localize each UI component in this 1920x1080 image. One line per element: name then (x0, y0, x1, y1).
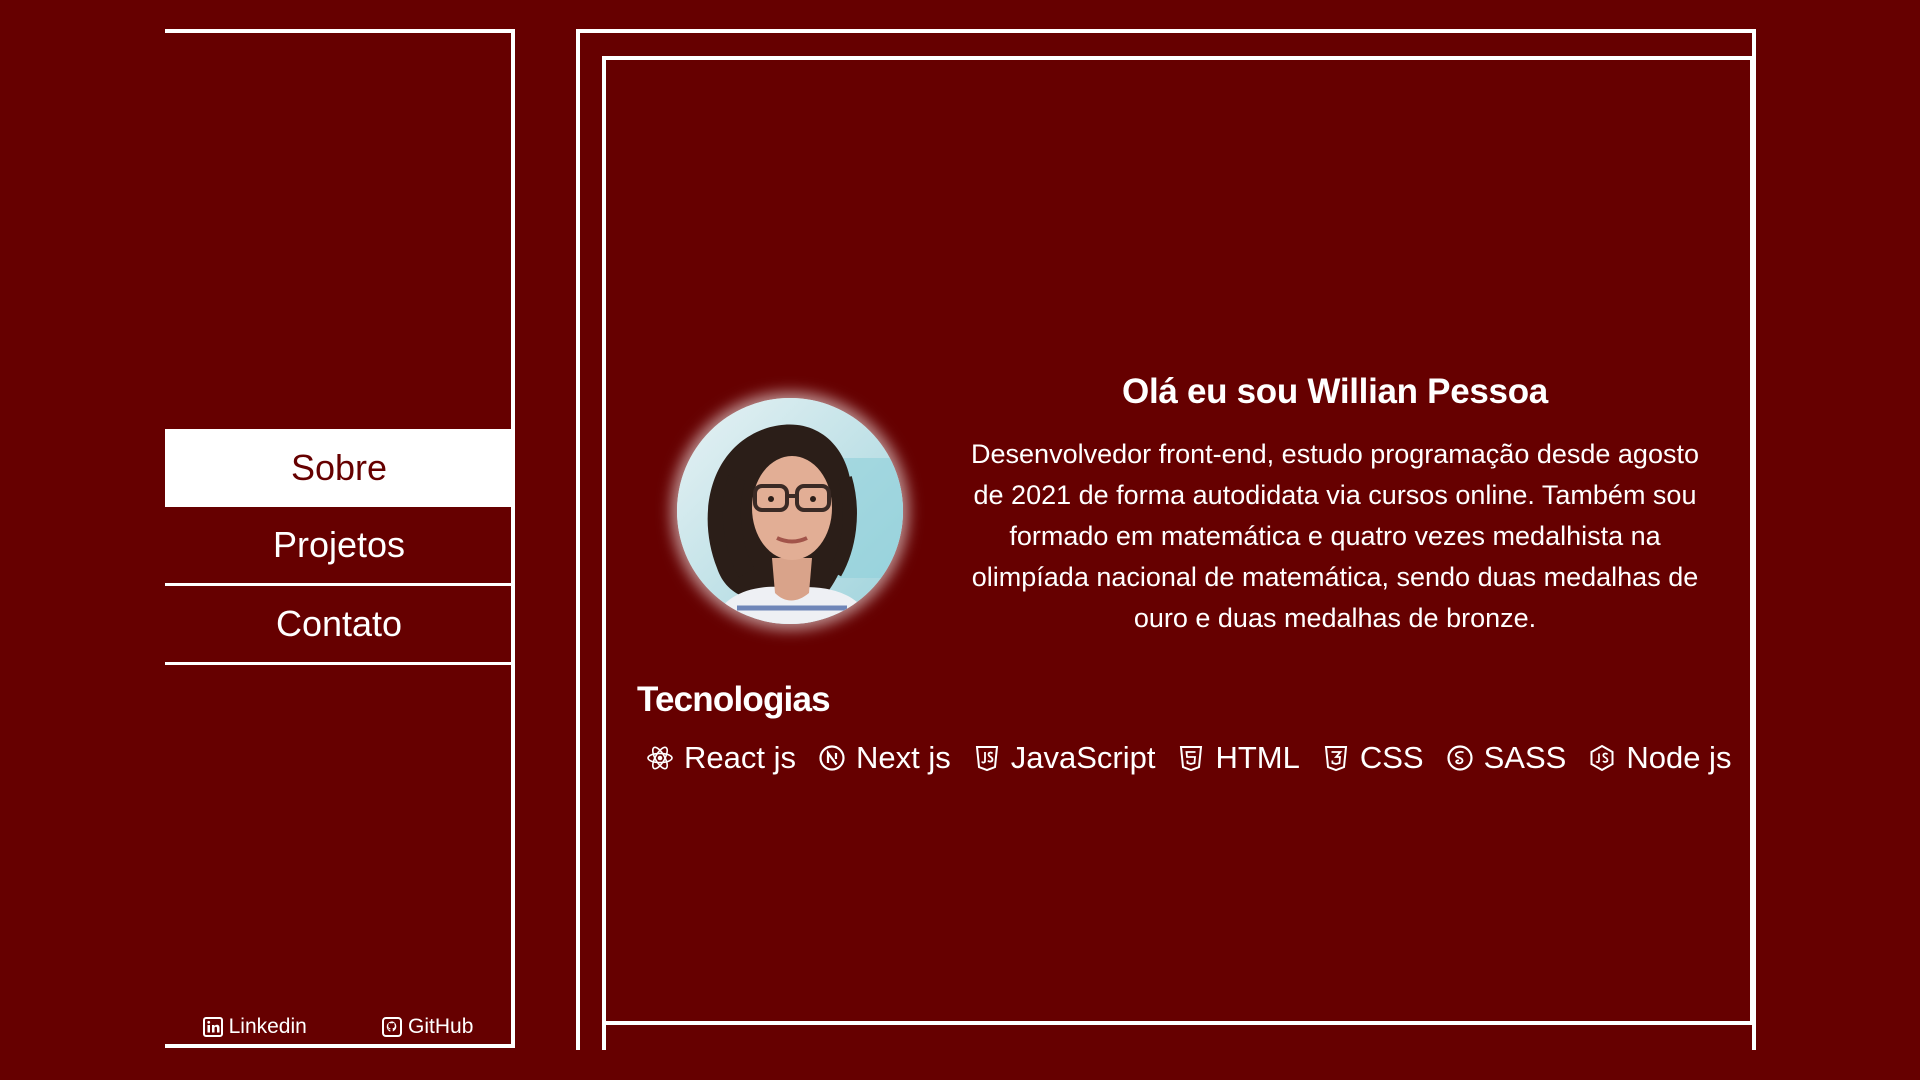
html5-icon (1180, 746, 1203, 772)
nodejs-icon (1590, 744, 1614, 772)
tech-label: SASS (1483, 740, 1567, 775)
github-icon (382, 1017, 403, 1037)
nav-item-projetos[interactable]: Projetos (165, 507, 513, 586)
github-label: GitHub (408, 1015, 474, 1038)
tech-label: HTML (1215, 740, 1300, 775)
about-section: Olá eu sou Willian Pessoa Desenvolvedor … (960, 372, 1710, 639)
avatar (677, 398, 903, 624)
tech-item-react: React js (646, 740, 796, 776)
linkedin-icon (202, 1017, 223, 1037)
tech-item-html: HTML (1177, 740, 1300, 776)
tech-item-css: CSS (1322, 740, 1424, 776)
nav-item-contato[interactable]: Contato (165, 586, 513, 665)
about-description: Desenvolvedor front-end, estudo programa… (971, 439, 1699, 633)
technologies-title: Tecnologias (637, 680, 831, 719)
tech-item-javascript: JavaScript (973, 740, 1156, 776)
react-icon (647, 746, 673, 770)
linkedin-label: Linkedin (228, 1015, 307, 1038)
nav-item-sobre[interactable]: Sobre (165, 429, 513, 507)
sass-icon (1447, 745, 1473, 771)
tech-item-sass: SASS (1446, 740, 1567, 776)
about-title: Olá eu sou Willian Pessoa (1122, 372, 1548, 411)
tech-label: Node js (1626, 740, 1732, 775)
tech-label: JavaScript (1010, 740, 1156, 775)
technologies-list: React js Next js JavaScript HTML CSS SAS… (646, 740, 1731, 776)
github-link[interactable]: GitHub (382, 1015, 473, 1039)
nextjs-icon (819, 745, 845, 771)
sidebar: Sobre Projetos Contato Linkedin GitHub (165, 29, 515, 1048)
tech-item-nodejs: Node js (1588, 740, 1731, 776)
main-frame-divider (602, 1022, 606, 1050)
css3-icon (1324, 746, 1347, 772)
sidebar-nav: Sobre Projetos Contato (165, 429, 513, 665)
social-links: Linkedin GitHub (165, 1012, 511, 1042)
tech-label: React js (684, 740, 796, 775)
tech-item-nextjs: Next js (818, 740, 951, 776)
javascript-icon (975, 746, 998, 772)
linkedin-link[interactable]: Linkedin (202, 1015, 307, 1039)
tech-label: CSS (1359, 740, 1424, 775)
tech-label: Next js (855, 740, 951, 775)
portfolio-page: Sobre Projetos Contato Linkedin GitHub O… (0, 0, 1920, 1080)
profile-photo (677, 398, 903, 624)
